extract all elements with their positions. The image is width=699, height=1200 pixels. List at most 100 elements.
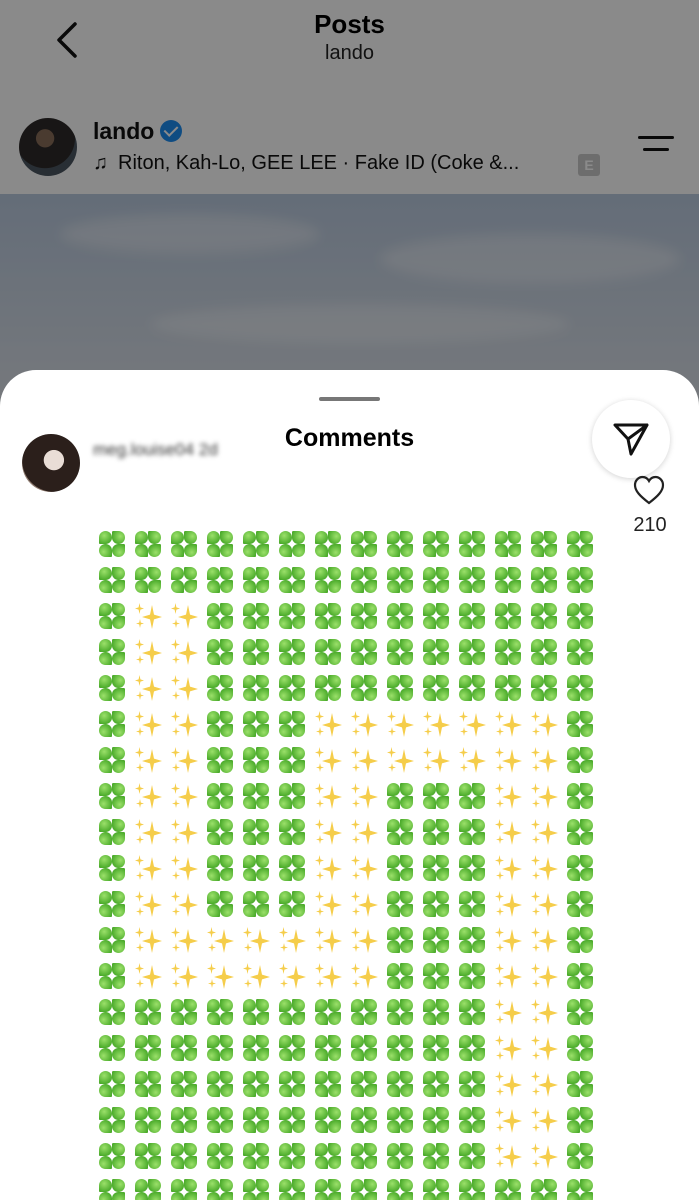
four-leaf-clover-icon — [346, 994, 382, 1030]
four-leaf-clover-icon — [94, 742, 130, 778]
four-leaf-clover-icon — [94, 994, 130, 1030]
sparkles-icon — [130, 778, 166, 814]
four-leaf-clover-icon — [454, 994, 490, 1030]
four-leaf-clover-icon — [202, 1102, 238, 1138]
like-button[interactable] — [632, 474, 666, 506]
four-leaf-clover-icon — [310, 526, 346, 562]
four-leaf-clover-icon — [454, 1102, 490, 1138]
sparkles-icon — [310, 778, 346, 814]
four-leaf-clover-icon — [238, 1102, 274, 1138]
four-leaf-clover-icon — [274, 670, 310, 706]
four-leaf-clover-icon — [418, 958, 454, 994]
four-leaf-clover-icon — [562, 850, 598, 886]
sparkles-icon — [310, 814, 346, 850]
sparkles-icon — [490, 958, 526, 994]
four-leaf-clover-icon — [346, 526, 382, 562]
four-leaf-clover-icon — [94, 922, 130, 958]
sparkles-icon — [418, 742, 454, 778]
four-leaf-clover-icon — [202, 1030, 238, 1066]
sparkles-icon — [166, 958, 202, 994]
four-leaf-clover-icon — [130, 994, 166, 1030]
four-leaf-clover-icon — [454, 562, 490, 598]
four-leaf-clover-icon — [382, 814, 418, 850]
sparkles-icon — [346, 778, 382, 814]
sparkles-icon — [310, 922, 346, 958]
four-leaf-clover-icon — [94, 1102, 130, 1138]
four-leaf-clover-icon — [562, 886, 598, 922]
four-leaf-clover-icon — [562, 778, 598, 814]
four-leaf-clover-icon — [454, 598, 490, 634]
four-leaf-clover-icon — [238, 1138, 274, 1174]
four-leaf-clover-icon — [94, 1066, 130, 1102]
like-count: 210 — [633, 514, 667, 536]
four-leaf-clover-icon — [130, 1066, 166, 1102]
four-leaf-clover-icon — [310, 634, 346, 670]
four-leaf-clover-icon — [526, 526, 562, 562]
sparkles-icon — [382, 706, 418, 742]
sparkles-icon — [310, 850, 346, 886]
sparkles-icon — [454, 706, 490, 742]
sparkles-icon — [490, 1030, 526, 1066]
four-leaf-clover-icon — [346, 670, 382, 706]
four-leaf-clover-icon — [238, 742, 274, 778]
four-leaf-clover-icon — [562, 922, 598, 958]
sparkles-icon — [490, 1066, 526, 1102]
four-leaf-clover-icon — [454, 1030, 490, 1066]
sparkles-icon — [490, 778, 526, 814]
sparkles-icon — [346, 814, 382, 850]
four-leaf-clover-icon — [274, 814, 310, 850]
sparkles-icon — [202, 958, 238, 994]
four-leaf-clover-icon — [454, 1138, 490, 1174]
four-leaf-clover-icon — [94, 850, 130, 886]
four-leaf-clover-icon — [94, 814, 130, 850]
four-leaf-clover-icon — [526, 670, 562, 706]
four-leaf-clover-icon — [418, 1030, 454, 1066]
commenter-avatar[interactable] — [22, 434, 80, 492]
four-leaf-clover-icon — [490, 598, 526, 634]
four-leaf-clover-icon — [202, 994, 238, 1030]
four-leaf-clover-icon — [166, 1138, 202, 1174]
sparkles-icon — [130, 922, 166, 958]
four-leaf-clover-icon — [562, 958, 598, 994]
four-leaf-clover-icon — [130, 1102, 166, 1138]
four-leaf-clover-icon — [526, 562, 562, 598]
four-leaf-clover-icon — [454, 814, 490, 850]
sparkles-icon — [166, 706, 202, 742]
four-leaf-clover-icon — [382, 598, 418, 634]
four-leaf-clover-icon — [94, 706, 130, 742]
four-leaf-clover-icon — [94, 562, 130, 598]
four-leaf-clover-icon — [418, 994, 454, 1030]
sheet-drag-handle[interactable] — [319, 397, 380, 401]
four-leaf-clover-icon — [202, 814, 238, 850]
sparkles-icon — [238, 958, 274, 994]
four-leaf-clover-icon — [238, 778, 274, 814]
four-leaf-clover-icon — [562, 598, 598, 634]
four-leaf-clover-icon — [202, 526, 238, 562]
sparkles-icon — [130, 634, 166, 670]
four-leaf-clover-icon — [562, 742, 598, 778]
commenter-username[interactable]: meg.louise04 2d — [93, 440, 218, 460]
four-leaf-clover-icon — [382, 1138, 418, 1174]
sparkles-icon — [346, 922, 382, 958]
sparkles-icon — [490, 994, 526, 1030]
four-leaf-clover-icon — [238, 994, 274, 1030]
four-leaf-clover-icon — [94, 598, 130, 634]
four-leaf-clover-icon — [418, 1138, 454, 1174]
four-leaf-clover-icon — [94, 526, 130, 562]
four-leaf-clover-icon — [454, 850, 490, 886]
sparkles-icon — [490, 706, 526, 742]
four-leaf-clover-icon — [274, 1102, 310, 1138]
sparkles-icon — [490, 850, 526, 886]
sparkles-icon — [238, 922, 274, 958]
sparkles-icon — [526, 706, 562, 742]
four-leaf-clover-icon — [562, 670, 598, 706]
sparkles-icon — [526, 850, 562, 886]
four-leaf-clover-icon — [274, 1030, 310, 1066]
four-leaf-clover-icon — [238, 598, 274, 634]
four-leaf-clover-icon — [202, 1066, 238, 1102]
four-leaf-clover-icon — [94, 886, 130, 922]
four-leaf-clover-icon — [274, 1138, 310, 1174]
four-leaf-clover-icon — [274, 1066, 310, 1102]
four-leaf-clover-icon — [274, 742, 310, 778]
sparkles-icon — [346, 850, 382, 886]
